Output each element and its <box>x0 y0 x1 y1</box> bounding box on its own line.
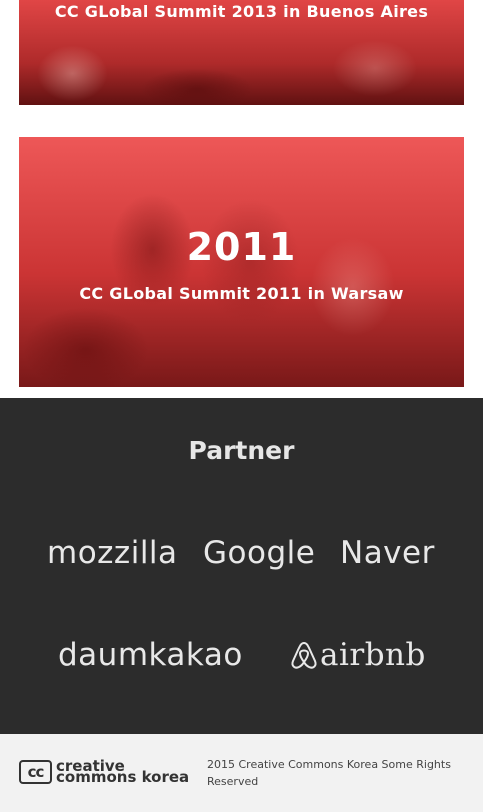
airbnb-icon <box>291 642 317 669</box>
cc-logo-line2: commons korea <box>56 768 190 786</box>
partner-logo-daumkakao[interactable]: daumkakao <box>58 637 243 673</box>
partner-logo-airbnb[interactable]: airbnb <box>290 637 426 673</box>
event-card-2011[interactable]: 2011 CC GLobal Summit 2011 in Warsaw <box>19 137 464 387</box>
event-title: CC GLobal Summit 2011 in Warsaw <box>79 284 404 303</box>
cc-korea-logo[interactable]: cc creative commons korea <box>19 759 190 786</box>
airbnb-wordmark: airbnb <box>320 637 426 673</box>
partner-logo-google[interactable]: Google <box>203 535 315 571</box>
partner-logo-naver[interactable]: Naver <box>340 535 435 571</box>
partner-section: Partner mozzilla Google Naver daumkakao … <box>0 398 483 734</box>
partner-logo-mozilla[interactable]: mozzilla <box>47 535 178 571</box>
event-card-2013[interactable]: CC GLobal Summit 2013 in Buenos Aires <box>19 0 464 105</box>
partner-heading: Partner <box>188 436 295 465</box>
event-year: 2011 <box>186 225 297 269</box>
event-title: CC GLobal Summit 2013 in Buenos Aires <box>54 2 429 21</box>
site-footer: cc creative commons korea 2015 Creative … <box>0 734 483 812</box>
cc-logo-text: creative commons korea <box>56 759 190 786</box>
copyright-text: 2015 Creative Commons Korea Some Rights … <box>207 758 451 788</box>
cc-badge-icon: cc <box>19 760 52 784</box>
